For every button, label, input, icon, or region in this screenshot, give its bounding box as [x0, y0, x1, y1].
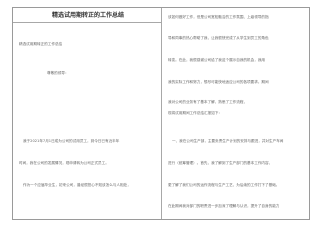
right-column: 该如何做好工作，但是公司宽松融洽的工作氛围、上级领导的指 导和同事的热心帮助了我… — [162, 8, 309, 219]
body-line: 我对公司的业务有了基本了解，熟悉了工作流程， — [168, 100, 248, 104]
document-page: 精选试用期转正的工作总结 精选试用期转正的工作总结 尊敬的领导： 我于2021年… — [12, 7, 310, 220]
body-line: 导和同事的热心帮助了我，让我很快完成了从学生到员工的角色 — [168, 36, 269, 40]
left-column: 精选试用期转正的工作总结 精选试用期转正的工作总结 尊敬的领导： 我于2021年… — [13, 8, 161, 219]
body-line: 时间，我在公司的发展情况，现申请转为公司正式员工。 — [19, 161, 109, 165]
document-title: 精选试用期转正的工作总结 — [51, 12, 124, 19]
body-line: 转变。在此，我很感谢公司给了我这个展示自我的机会，我用 — [168, 58, 266, 62]
body-line: 我于2021年7月1日成为公司的试用员工，到今日已有近半年 — [23, 139, 120, 143]
body-line: 一、我在公司生产部，主要负责生产计划的安排与跟进，并对生产车间 — [172, 139, 284, 143]
body-line: 作为一个应届毕业生，初来公司，曾经很担心不知该怎么与人相处， — [23, 183, 131, 187]
title-divider — [13, 22, 161, 23]
body-line: 更了解了我们公司的运作流程与生产工艺，为后续的工作打下了基础。 — [168, 183, 280, 187]
document-subtitle: 精选试用期转正的工作总结 — [19, 42, 63, 46]
salutation: 尊敬的领导： — [47, 71, 69, 75]
body-line: 我的实际工作和努力，想尽可能快地适应公司的各项要求。期间 — [168, 80, 269, 84]
body-line: 该如何做好工作，但是公司宽松融洽的工作氛围、上级领导的指 — [168, 15, 269, 19]
body-line: 在此期间我对部门的职责进一步加深了理解与认识，提升了自身的能力 — [168, 204, 280, 208]
body-line: 进行（统筹管理）。首先，我了解到了生产部门的基本工作内容， — [168, 161, 273, 165]
body-line: 现将试用期间工作总结汇报如下： — [168, 111, 222, 115]
